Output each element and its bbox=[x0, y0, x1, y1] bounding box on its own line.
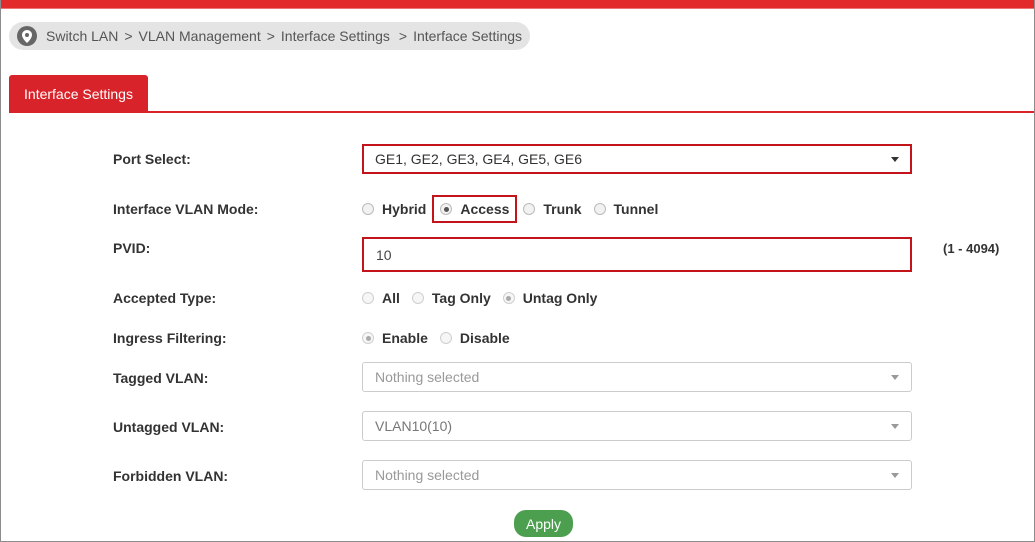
window-frame bbox=[0, 0, 1035, 542]
